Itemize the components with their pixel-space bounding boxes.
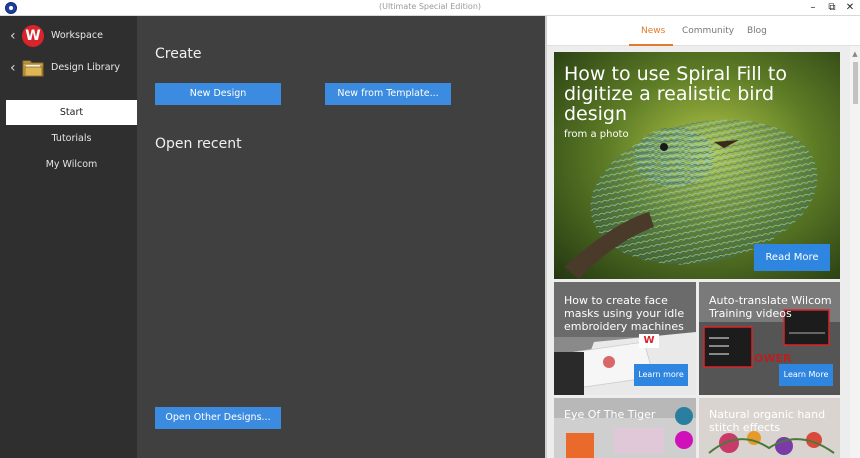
open-recent-heading: Open recent (155, 136, 242, 152)
hero-title: How to use Spiral Fill to digitize a rea… (564, 63, 787, 125)
nav-workspace[interactable]: ‹ W Workspace (0, 24, 137, 50)
news-card[interactable]: Natural organic hand stitch effects (699, 398, 840, 458)
tab-start[interactable]: Start (6, 100, 137, 125)
title-bar: (Ultimate Special Edition) – ⧉ ✕ (0, 0, 860, 16)
new-design-button[interactable]: New Design (155, 83, 281, 105)
feed-scrollbar[interactable] (850, 46, 860, 458)
card-title: Auto-translate Wilcom Training videos (709, 294, 832, 320)
start-panel: Create New Design New from Template... O… (137, 16, 545, 458)
app-window: (Ultimate Special Edition) – ⧉ ✕ ‹ W Wor… (0, 0, 860, 458)
card-title: How to create face masks using your idle… (564, 294, 685, 333)
nav-design-library-label: Design Library (51, 62, 121, 73)
card-title: Natural organic hand stitch effects (709, 408, 826, 434)
card-thumbnail (554, 398, 696, 458)
new-from-template-button[interactable]: New from Template... (325, 83, 451, 105)
close-button[interactable]: ✕ (843, 1, 857, 15)
news-card[interactable]: W How to create face masks using your id… (554, 282, 696, 395)
learn-more-button[interactable]: Learn More (779, 364, 833, 386)
learn-more-button[interactable]: Learn more (634, 364, 688, 386)
news-card[interactable]: Eye Of The Tiger (554, 398, 696, 458)
news-tabs: News Community Blog (547, 16, 860, 46)
wilcom-logo-icon: W (22, 25, 44, 47)
chevron-left-icon: ‹ (10, 60, 16, 76)
scrollbar-thumb[interactable] (853, 62, 858, 104)
card-title: Eye Of The Tiger (564, 408, 656, 421)
scroll-up-icon[interactable]: ▲ (851, 50, 859, 58)
nav-workspace-label: Workspace (51, 30, 103, 41)
open-other-designs-button[interactable]: Open Other Designs... (155, 407, 281, 429)
hero-news-card[interactable]: How to use Spiral Fill to digitize a rea… (554, 52, 840, 279)
tab-my-wilcom[interactable]: My Wilcom (6, 152, 137, 177)
read-more-button[interactable]: Read More (754, 244, 830, 271)
create-heading: Create (155, 46, 202, 62)
tab-blog[interactable]: Blog (747, 26, 767, 36)
wilcom-logo-icon: W (643, 335, 655, 346)
news-panel: News Community Blog How to use Spiral Fi… (545, 16, 860, 458)
news-card[interactable]: OWER Auto-translate Wilcom Training vide… (699, 282, 840, 395)
chevron-left-icon: ‹ (10, 28, 16, 44)
nav-design-library[interactable]: ‹ Design Library (0, 56, 137, 82)
tab-tutorials[interactable]: Tutorials (6, 126, 137, 151)
news-feed: How to use Spiral Fill to digitize a rea… (547, 46, 860, 458)
restore-button[interactable]: ⧉ (825, 1, 839, 15)
sidebar: ‹ W Workspace ‹ Design Library Start Tut… (0, 16, 137, 458)
window-title: (Ultimate Special Edition) (378, 2, 482, 11)
hero-subtitle: from a photo (564, 129, 629, 140)
tab-news[interactable]: News (641, 26, 665, 36)
folder-icon (22, 59, 44, 77)
tab-community[interactable]: Community (682, 26, 734, 36)
minimize-button[interactable]: – (806, 1, 820, 15)
